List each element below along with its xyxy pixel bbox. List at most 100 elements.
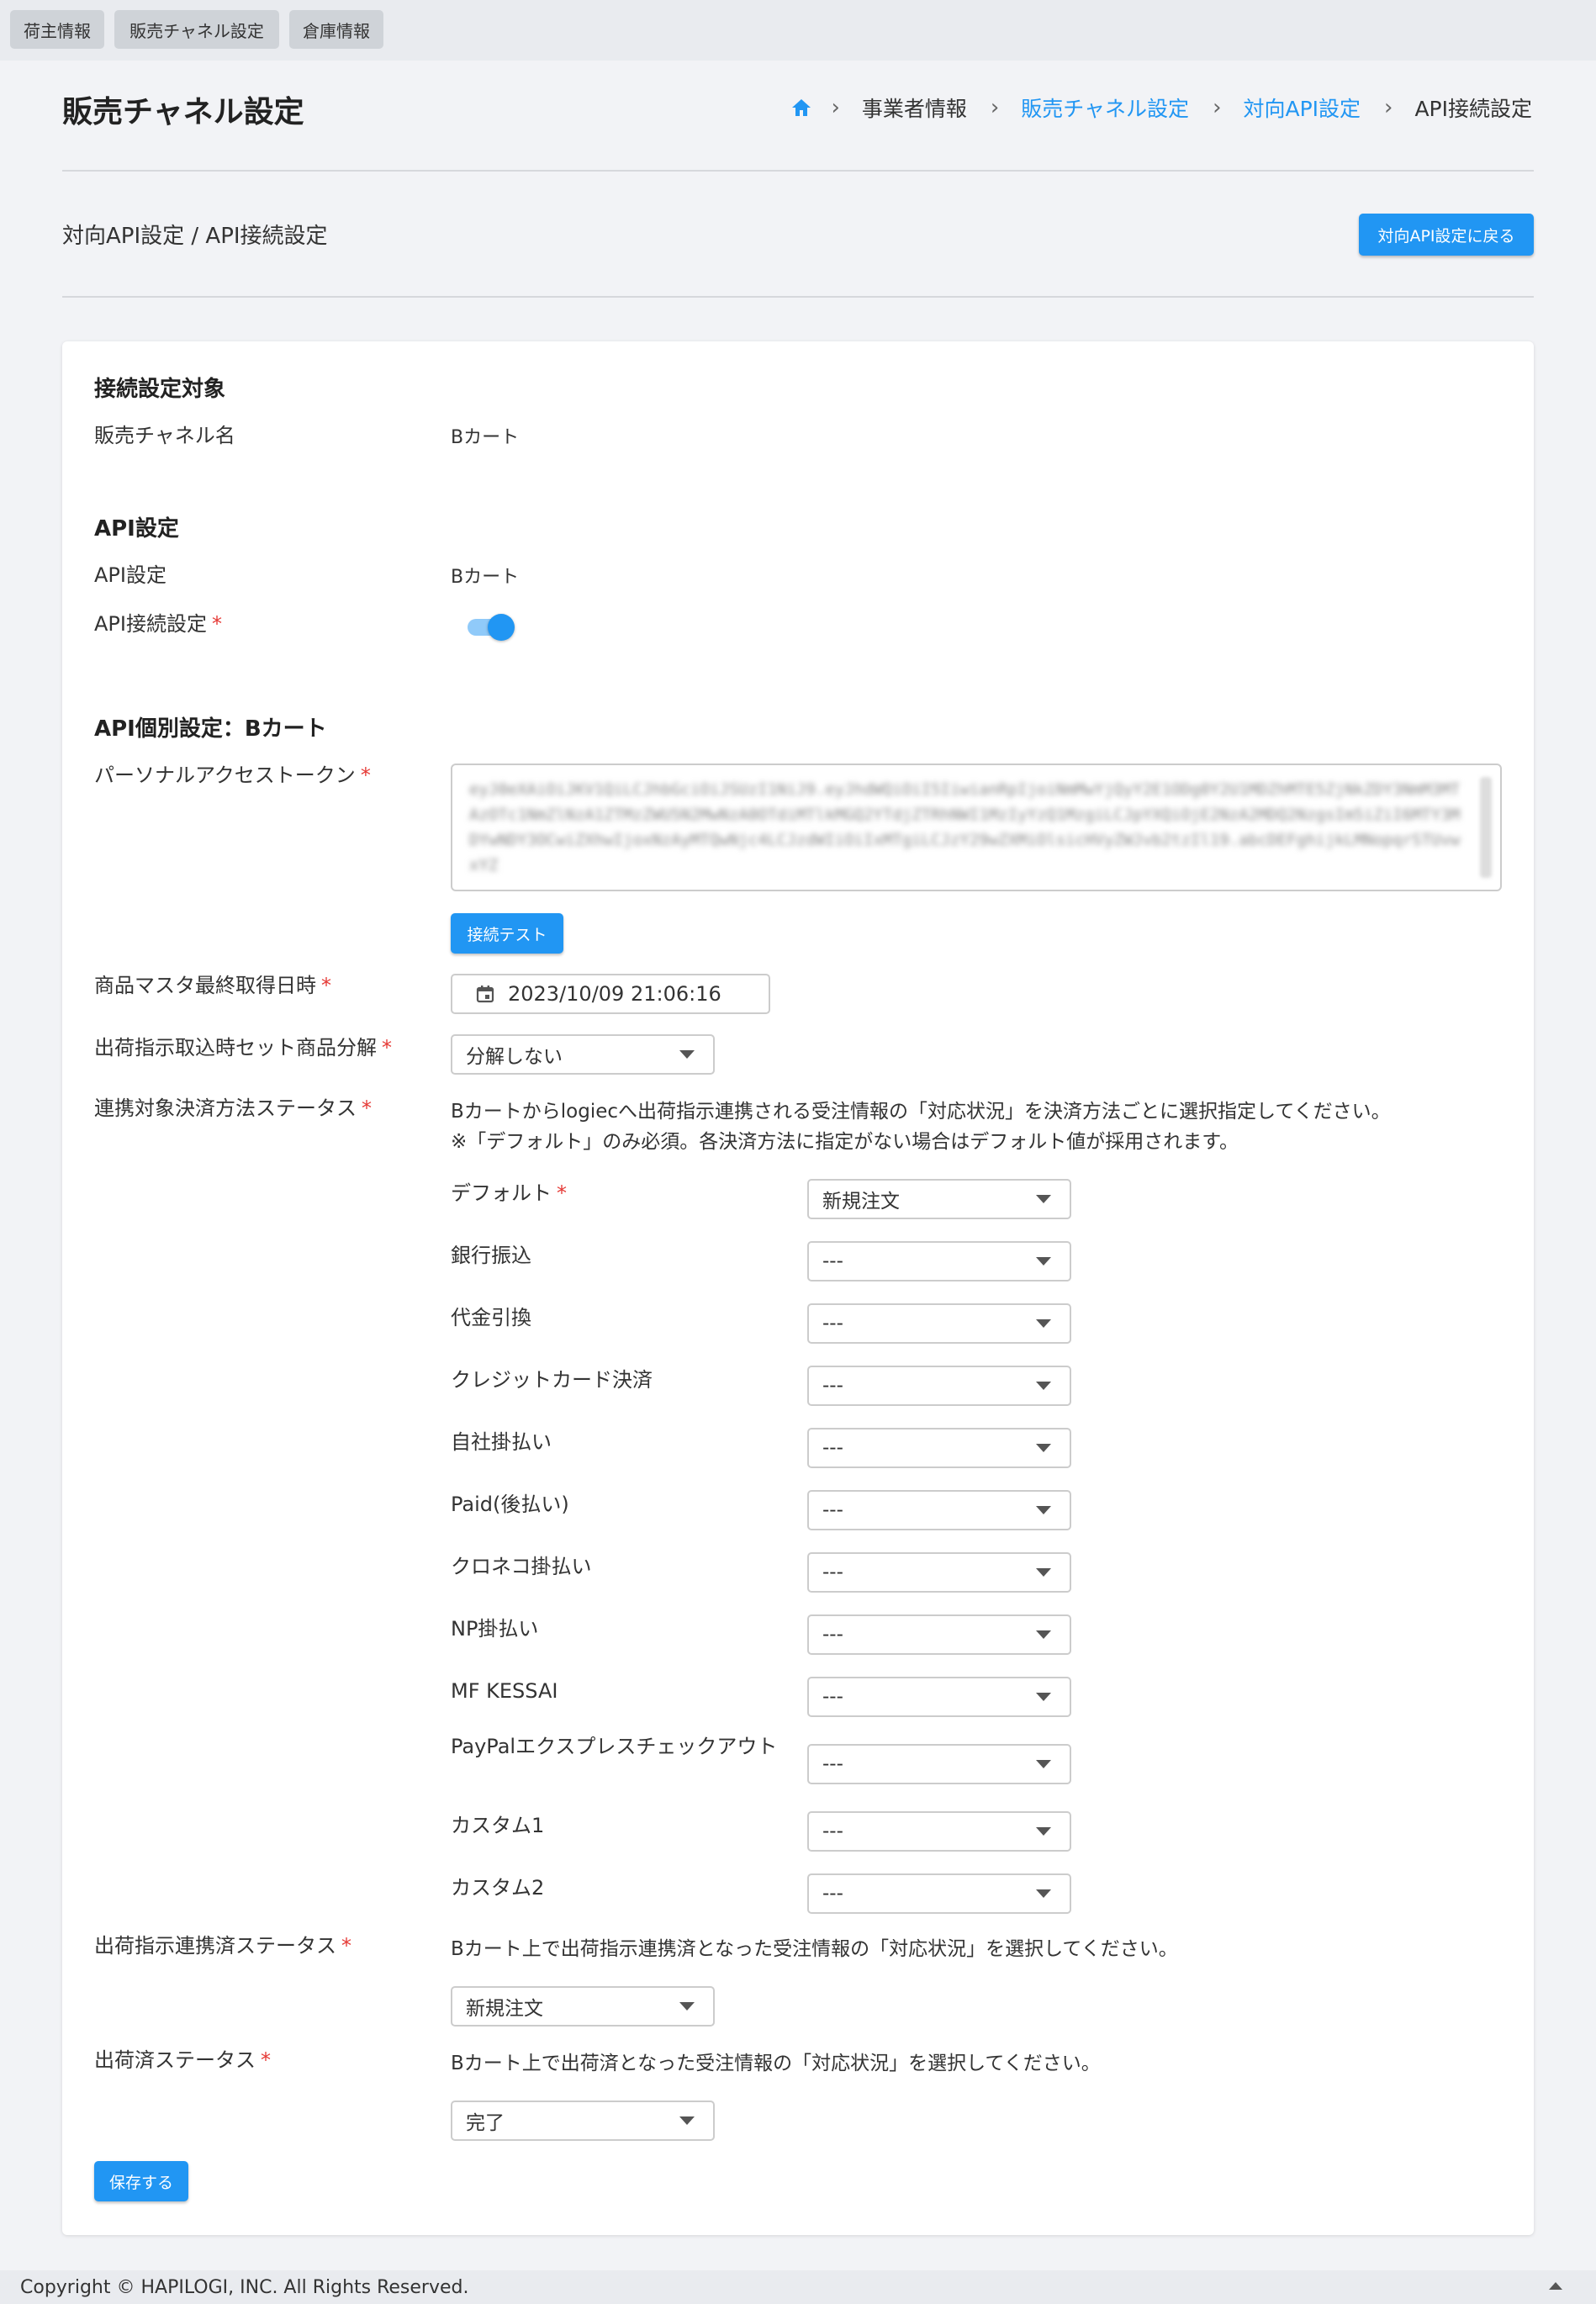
payment-method-select-credit-card[interactable]: --- xyxy=(807,1366,1071,1406)
chevron-down-icon xyxy=(1036,1827,1051,1836)
breadcrumb-api-settings[interactable]: 対向API設定 xyxy=(1243,92,1361,123)
product-master-datetime-value: 2023/10/09 21:06:16 xyxy=(508,982,721,1006)
payment-method-select-cod[interactable]: --- xyxy=(807,1303,1071,1344)
api-connection-toggle[interactable] xyxy=(466,610,518,642)
payment-method-label-paypal: PayPalエクスプレスチェックアウト xyxy=(451,1735,778,1758)
personal-access-token-textarea[interactable]: eyJ0eXAiOiJKV1QiLCJhbGciOiJSUzI1NiJ9.eyJ… xyxy=(451,764,1502,891)
payment-method-label-own-credit: 自社掛払い xyxy=(451,1430,552,1454)
payment-method-select-mf-kessai[interactable]: --- xyxy=(807,1677,1071,1717)
target-section-title: 接続設定対象 xyxy=(94,377,226,402)
payment-method-label-mf-kessai: MF KESSAI xyxy=(451,1679,558,1703)
back-to-api-settings-button[interactable]: 対向API設定に戻る xyxy=(1359,214,1534,256)
connection-test-button[interactable]: 接続テスト xyxy=(451,913,563,954)
tab-warehouse-info[interactable]: 倉庫情報 xyxy=(289,10,383,49)
payment-method-select-custom2[interactable]: --- xyxy=(807,1873,1071,1914)
select-value: 新規注文 xyxy=(822,1191,900,1213)
divider xyxy=(62,170,1534,172)
chevron-down-icon xyxy=(1036,1889,1051,1898)
payment-method-select-bank[interactable]: --- xyxy=(807,1241,1071,1281)
shipped-status-select[interactable]: 完了 xyxy=(451,2101,715,2141)
chevron-down-icon xyxy=(679,1050,695,1059)
payment-method-label-np: NP掛払い xyxy=(451,1617,539,1641)
product-master-label: 商品マスタ最終取得日時 * xyxy=(94,974,331,997)
scroll-to-top-icon[interactable] xyxy=(1549,2282,1562,2290)
chevron-down-icon xyxy=(1036,1382,1051,1390)
shipped-status-label: 出荷済ステータス * xyxy=(94,2048,271,2072)
linked-status-note: Bカート上で出荷指示連携済となった受注情報の「対応状況」を選択してください。 xyxy=(451,1938,1178,1960)
select-value: --- xyxy=(822,1375,843,1397)
breadcrumb-separator-icon: › xyxy=(1213,95,1222,120)
breadcrumb-business-info: 事業者情報 xyxy=(861,97,967,121)
breadcrumb: › 事業者情報 › 販売チャネル設定 › 対向API設定 › API接続設定 xyxy=(790,91,1532,124)
api-connection-label: API接続設定 * xyxy=(94,612,222,636)
save-button[interactable]: 保存する xyxy=(94,2161,188,2201)
chevron-down-icon xyxy=(1036,1195,1051,1203)
breadcrumb-separator-icon: › xyxy=(1384,95,1393,120)
select-value: --- xyxy=(822,1686,843,1708)
select-value: --- xyxy=(822,1562,843,1583)
payment-method-label-credit-card: クレジットカード決済 xyxy=(451,1368,653,1392)
divider xyxy=(62,296,1534,298)
linked-status-select[interactable]: 新規注文 xyxy=(451,1986,715,2027)
payment-method-label-kuroneko: クロネコ掛払い xyxy=(451,1555,592,1578)
breadcrumb-separator-icon: › xyxy=(990,95,1000,120)
payment-status-label: 連携対象決済方法ステータス * xyxy=(94,1097,372,1120)
calendar-icon xyxy=(476,985,494,1003)
chevron-down-icon xyxy=(1036,1760,1051,1768)
set-decompose-select[interactable]: 分解しない xyxy=(451,1034,715,1075)
chevron-down-icon xyxy=(1036,1319,1051,1328)
set-decompose-label: 出荷指示取込時セット商品分解 * xyxy=(94,1036,392,1060)
token-value: eyJ0eXAiOiJKV1QiLCJhbGciOiJSUzI1NiJ9.eyJ… xyxy=(469,780,1461,875)
api-setting-value: Bカート xyxy=(451,567,520,588)
toggle-knob xyxy=(488,614,515,641)
tab-sales-channel-settings[interactable]: 販売チャネル設定 xyxy=(114,10,279,49)
home-icon[interactable] xyxy=(790,98,812,118)
select-value: --- xyxy=(822,1624,843,1646)
breadcrumb-separator-icon: › xyxy=(831,95,840,120)
select-value: 完了 xyxy=(466,2112,505,2134)
select-value: --- xyxy=(822,1883,843,1905)
product-master-datetime-field[interactable]: 2023/10/09 21:06:16 xyxy=(451,974,770,1014)
payment-method-label-custom2: カスタム2 xyxy=(451,1876,545,1900)
payment-method-label-bank: 銀行振込 xyxy=(451,1244,531,1267)
payment-method-select-paid[interactable]: --- xyxy=(807,1490,1071,1530)
api-section-title: API設定 xyxy=(94,516,179,542)
copyright-text: Copyright © HAPILOGI, INC. All Rights Re… xyxy=(20,2276,469,2298)
breadcrumb-sales-channel-settings[interactable]: 販売チャネル設定 xyxy=(1021,92,1189,123)
textarea-scrollbar[interactable] xyxy=(1480,777,1492,878)
payment-method-select-paypal[interactable]: --- xyxy=(807,1744,1071,1784)
page-title: 販売チャネル設定 xyxy=(62,95,304,129)
payment-method-select-custom1[interactable]: --- xyxy=(807,1811,1071,1852)
payment-method-label-custom1: カスタム1 xyxy=(451,1814,545,1837)
settings-card: 接続設定対象 販売チャネル名 Bカート API設定 API設定 Bカート API… xyxy=(62,341,1534,2235)
chevron-down-icon xyxy=(1036,1693,1051,1701)
payment-method-label-default: デフォルト * xyxy=(451,1181,567,1205)
token-label: パーソナルアクセストークン * xyxy=(94,764,371,787)
select-value: --- xyxy=(822,1499,843,1521)
chevron-down-icon xyxy=(1036,1257,1051,1266)
payment-method-select-own-credit[interactable]: --- xyxy=(807,1428,1071,1468)
api-setting-label: API設定 xyxy=(94,563,166,587)
payment-method-select-default[interactable]: 新規注文 xyxy=(807,1179,1071,1219)
tab-shipper-info[interactable]: 荷主情報 xyxy=(10,10,104,49)
footer: Copyright © HAPILOGI, INC. All Rights Re… xyxy=(0,2270,1596,2304)
select-value: --- xyxy=(822,1313,843,1334)
payment-method-select-kuroneko[interactable]: --- xyxy=(807,1552,1071,1593)
select-value: --- xyxy=(822,1820,843,1842)
top-tab-bar: 荷主情報 販売チャネル設定 倉庫情報 xyxy=(0,0,1596,61)
chevron-down-icon xyxy=(1036,1568,1051,1577)
payment-method-select-np[interactable]: --- xyxy=(807,1614,1071,1655)
channel-name-value: Bカート xyxy=(451,427,520,448)
select-value: --- xyxy=(822,1437,843,1459)
chevron-down-icon xyxy=(679,2002,695,2011)
chevron-down-icon xyxy=(679,2116,695,2125)
select-value: 新規注文 xyxy=(466,1998,543,2020)
select-value: 分解しない xyxy=(466,1046,563,1068)
section-subtitle: 対向API設定 / API接続設定 xyxy=(62,224,328,249)
select-value: --- xyxy=(822,1250,843,1272)
payment-note-1: Bカートからlogiecへ出荷指示連携される受注情報の「対応状況」を決済方法ごと… xyxy=(451,1101,1391,1123)
linked-status-label: 出荷指示連携済ステータス * xyxy=(94,1934,351,1958)
chevron-down-icon xyxy=(1036,1506,1051,1514)
chevron-down-icon xyxy=(1036,1444,1051,1452)
chevron-down-icon xyxy=(1036,1630,1051,1639)
